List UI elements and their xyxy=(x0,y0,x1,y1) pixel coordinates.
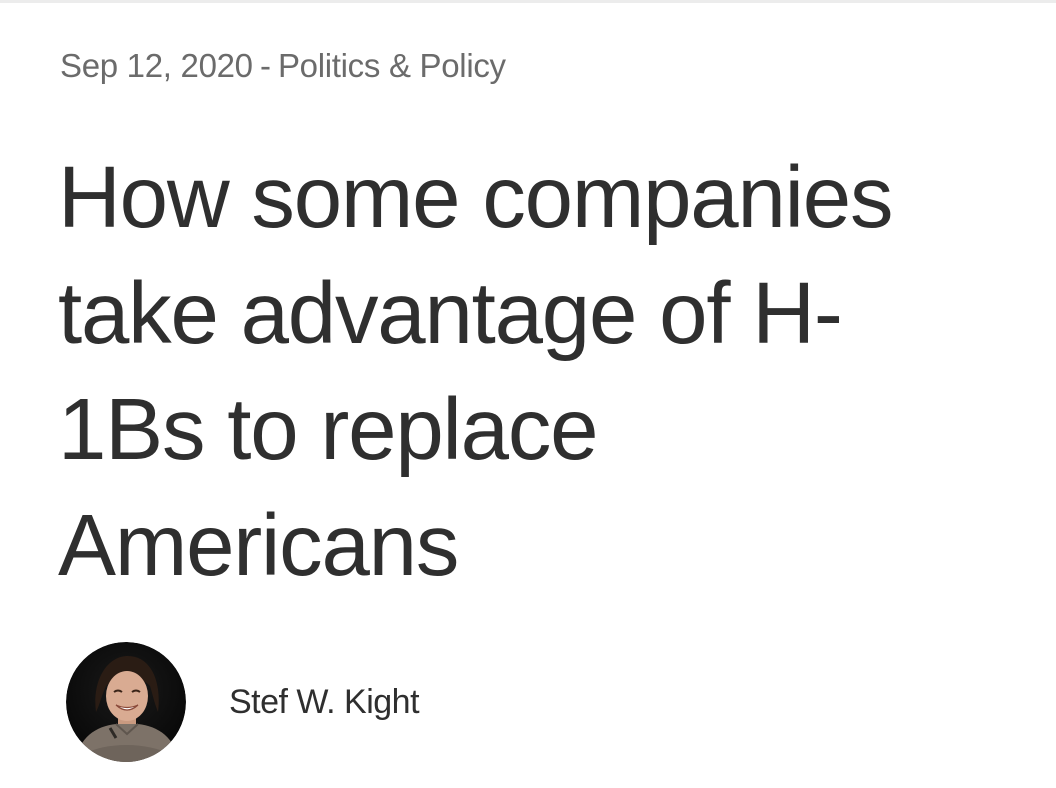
meta-separator: - xyxy=(260,47,271,84)
category-link[interactable]: Politics & Policy xyxy=(278,47,506,84)
publish-date: Sep 12, 2020 xyxy=(60,47,253,84)
headline-line: take advantage of H- xyxy=(58,265,843,362)
headline-line: How some companies xyxy=(58,149,893,246)
top-divider xyxy=(0,0,1056,3)
author-byline: Stef W. Kight xyxy=(66,642,420,762)
headline-line: 1Bs to replace xyxy=(58,381,599,478)
article-headline: How some companies take advantage of H- … xyxy=(58,140,1048,604)
author-name[interactable]: Stef W. Kight xyxy=(229,683,420,722)
author-avatar[interactable] xyxy=(66,642,186,762)
headline-line: Americans xyxy=(58,497,459,594)
article-meta: Sep 12, 2020- Politics & Policy xyxy=(60,46,506,86)
